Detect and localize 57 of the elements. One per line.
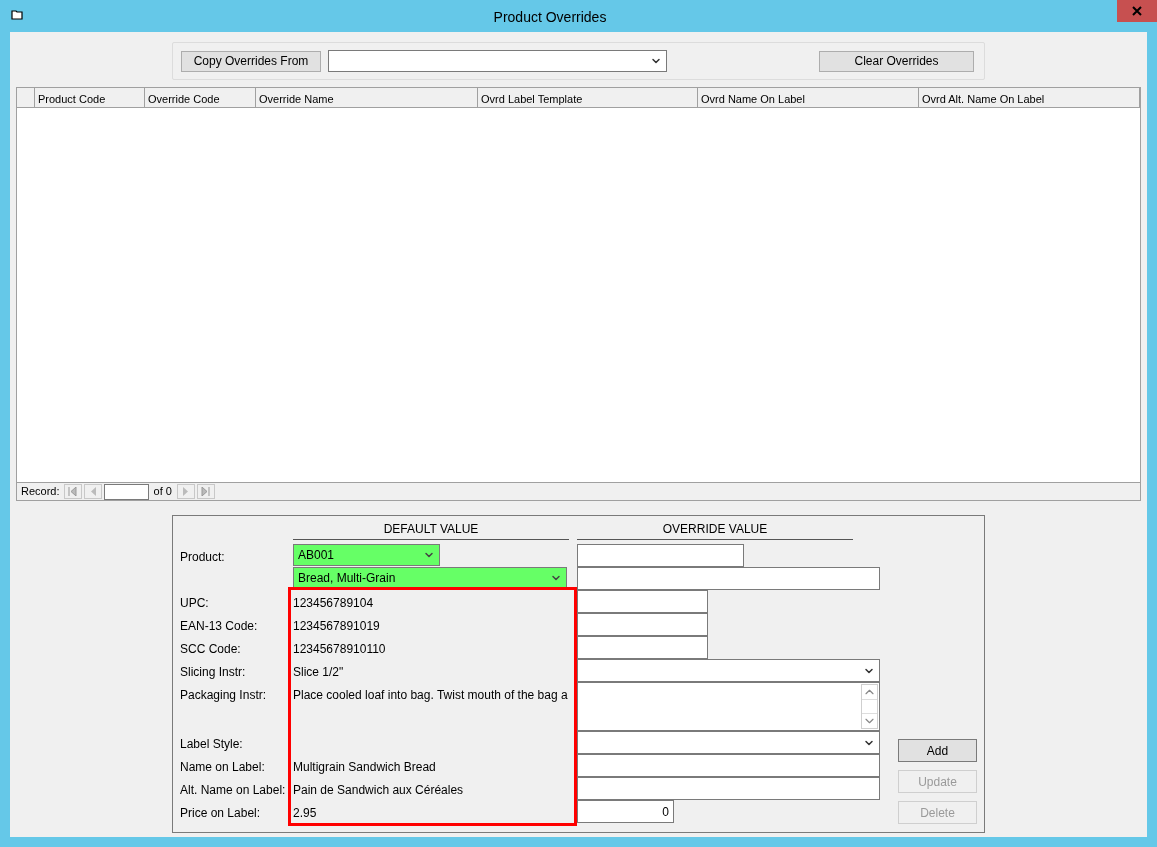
override-number-field[interactable]: 0: [577, 800, 674, 823]
default-value-text: 12345678910110: [293, 641, 386, 658]
copy-source-select[interactable]: [328, 50, 667, 72]
default-value-text: Multigrain Sandwich Bread: [293, 759, 436, 776]
column-header[interactable]: Ovrd Alt. Name On Label: [919, 88, 1140, 107]
window-title: Product Overrides: [492, 8, 608, 27]
override-input-field[interactable]: [577, 567, 880, 590]
column-header[interactable]: Override Name: [256, 88, 478, 107]
override-value-heading: OVERRIDE VALUE: [662, 522, 768, 536]
next-record-icon: [182, 487, 189, 496]
clear-overrides-button[interactable]: Clear Overrides: [819, 50, 974, 72]
last-record-icon: [201, 487, 211, 496]
default-value-heading: DEFAULT VALUE: [383, 522, 479, 536]
default-value-text: 2.95: [293, 805, 317, 822]
field-label: Slicing Instr:: [180, 665, 246, 679]
column-header[interactable]: Ovrd Name On Label: [698, 88, 919, 107]
override-input-field[interactable]: [577, 636, 708, 659]
override-select[interactable]: [577, 731, 880, 754]
action-button[interactable]: Add: [898, 739, 977, 762]
field-label: Product:: [180, 550, 225, 564]
field-label: Price on Label:: [180, 806, 261, 820]
override-select[interactable]: [577, 659, 880, 682]
column-header[interactable]: Override Code: [145, 88, 256, 107]
override-input-field[interactable]: [577, 613, 708, 636]
column-header[interactable]: Product Code: [35, 88, 145, 107]
override-input-field[interactable]: [577, 777, 880, 800]
default-value-text: Slice 1/2": [293, 664, 344, 681]
scrollbar[interactable]: [861, 684, 878, 729]
default-value-text: 1234567891019: [293, 618, 380, 635]
record-count: of 0: [153, 484, 172, 500]
window-icon: [11, 10, 23, 20]
first-record-icon: [68, 487, 78, 496]
close-button[interactable]: [1117, 0, 1157, 22]
default-value-text: 123456789104: [293, 595, 374, 612]
record-label: Record:: [21, 484, 60, 500]
copy-overrides-button[interactable]: Copy Overrides From: [181, 50, 321, 72]
field-label: Name on Label:: [180, 760, 265, 774]
field-label: EAN-13 Code:: [180, 619, 258, 633]
record-number-field[interactable]: [103, 483, 149, 500]
previous-record-icon: [89, 487, 96, 496]
field-label: SCC Code:: [180, 642, 241, 656]
product-select[interactable]: Bread, Multi-Grain: [293, 567, 567, 589]
column-header[interactable]: Ovrd Label Template: [478, 88, 698, 107]
override-input-field[interactable]: [577, 544, 744, 567]
override-input-field[interactable]: [577, 590, 708, 613]
last-record-button[interactable]: [196, 484, 215, 499]
product-select[interactable]: AB001: [293, 544, 440, 566]
field-label: UPC:: [180, 596, 209, 610]
override-textarea[interactable]: [577, 682, 880, 731]
default-value-text: Place cooled loaf into bag. Twist mouth of the bag a: [293, 687, 568, 704]
override-input-field[interactable]: [577, 754, 880, 777]
field-label: Alt. Name on Label:: [180, 783, 286, 797]
field-label: Packaging Instr:: [180, 688, 267, 702]
close-icon: [1132, 6, 1142, 16]
default-value-text: Pain de Sandwich aux Céréales: [293, 782, 464, 799]
first-record-button[interactable]: [63, 484, 82, 499]
field-label: Label Style:: [180, 737, 243, 751]
